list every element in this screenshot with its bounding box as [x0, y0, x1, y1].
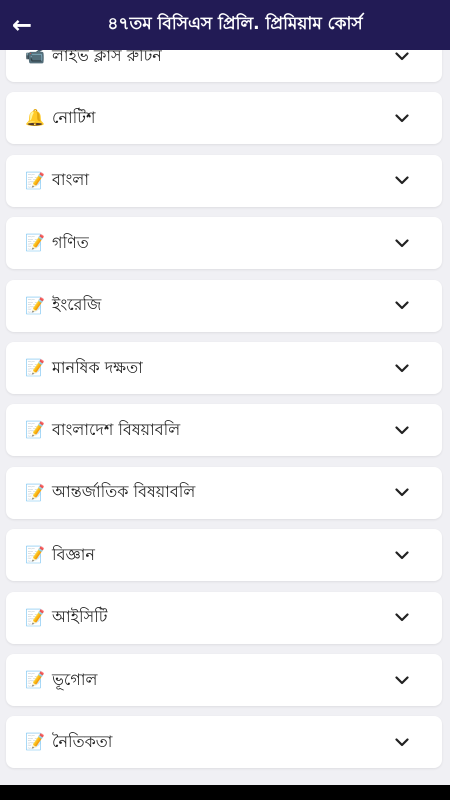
memo-icon: 📝	[25, 545, 45, 565]
accordion-item-label: নৈতিকতা	[52, 731, 113, 751]
accordion-item-label: আইসিটি	[52, 607, 108, 627]
accordion-item[interactable]: 📝 নৈতিকতা	[6, 716, 442, 769]
memo-icon: 📝	[25, 670, 45, 689]
chevron-down-icon[interactable]	[392, 426, 412, 435]
accordion-item[interactable]: 📝 বাংলা	[6, 154, 442, 207]
back-arrow-icon[interactable]: ←	[2, 0, 42, 50]
app-bar: ← ৪৭তম বিসিএস প্রিলি. প্রিমিয়াম কোর্স	[0, 0, 450, 50]
accordion-item-label: বাংলা	[52, 170, 89, 190]
accordion-item[interactable]: 📝 ভূগোল	[6, 654, 442, 706]
memo-icon: 📝	[25, 607, 45, 627]
course-section-list: 📹 লাইভ ক্লাস রুটিন 🔔 নোটিশ 📝 বাংলা 📝 গণিত 📝 ইংরেজ…	[0, 50, 450, 785]
video-camera-icon: 📹	[25, 50, 45, 65]
page-title: ৪৭তম বিসিএস প্রিলি. প্রিমিয়াম কোর্স	[107, 14, 363, 34]
chevron-down-icon[interactable]	[392, 551, 412, 560]
accordion-item[interactable]: 📝 গণিত	[6, 217, 442, 270]
memo-icon: 📝	[25, 358, 45, 377]
accordion-item[interactable]: 📝 ইংরেজি	[6, 279, 442, 332]
chevron-down-icon[interactable]	[392, 51, 412, 61]
accordion-item-label: মানষিক দক্ষতা	[52, 357, 143, 377]
chevron-down-icon[interactable]	[392, 675, 412, 685]
memo-icon: 📝	[25, 295, 45, 315]
accordion-item[interactable]: 📝 বাংলাদেশ বিষয়াবলি	[6, 404, 442, 457]
accordion-item[interactable]: 📹 লাইভ ক্লাস রুটিন	[6, 50, 442, 82]
bell-icon: 🔔	[25, 108, 45, 128]
chevron-down-icon[interactable]	[392, 114, 412, 123]
accordion-item-label: ভূগোল	[52, 669, 98, 689]
accordion-item-label: বাংলাদেশ বিষয়াবলি	[52, 419, 181, 439]
chevron-down-icon[interactable]	[392, 239, 412, 248]
accordion-item-label: লাইভ ক্লাস রুটিন	[52, 50, 162, 65]
memo-icon: 📝	[25, 732, 45, 752]
memo-icon: 📝	[25, 482, 45, 502]
accordion-item-label: আন্তর্জাতিক বিষয়াবলি	[52, 482, 196, 502]
chevron-down-icon[interactable]	[392, 738, 412, 747]
accordion-item[interactable]: 📝 মানষিক দক্ষতা	[6, 342, 442, 394]
chevron-down-icon[interactable]	[392, 363, 412, 373]
memo-icon: 📝	[25, 420, 45, 440]
system-navigation-bar	[0, 785, 450, 800]
chevron-down-icon[interactable]	[392, 176, 412, 185]
accordion-item-label: বিজ্ঞান	[52, 544, 95, 564]
chevron-down-icon[interactable]	[392, 488, 412, 497]
accordion-item[interactable]: 📝 আইসিটি	[6, 591, 442, 644]
accordion-item-label: ইংরেজি	[52, 295, 102, 315]
memo-icon: 📝	[25, 233, 45, 253]
accordion-item-label: নোটিশ	[52, 107, 96, 127]
accordion-item[interactable]: 📝 আন্তর্জাতিক বিষয়াবলি	[6, 466, 442, 519]
chevron-down-icon[interactable]	[392, 613, 412, 622]
accordion-item[interactable]: 📝 বিজ্ঞান	[6, 529, 442, 582]
accordion-item[interactable]: 🔔 নোটিশ	[6, 92, 442, 145]
chevron-down-icon[interactable]	[392, 301, 412, 310]
accordion-item-label: গণিত	[52, 232, 89, 252]
memo-icon: 📝	[25, 170, 45, 190]
